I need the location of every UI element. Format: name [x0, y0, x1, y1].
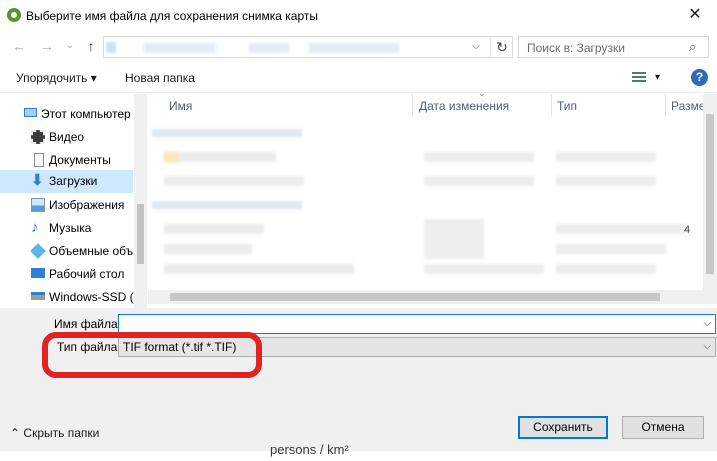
address-bar[interactable]	[103, 36, 513, 58]
blurred-date	[424, 152, 534, 162]
back-arrow-icon[interactable]: ←	[10, 37, 28, 55]
search-icon: ⌕	[689, 39, 697, 54]
sidebar-item-windows-ssd[interactable]: Windows-SSD (C	[0, 286, 142, 308]
blurred-path-segment	[309, 43, 399, 53]
recent-locations-icon[interactable]: ⌄	[61, 37, 79, 55]
blurred-type	[556, 152, 656, 162]
blurred-date	[424, 176, 534, 186]
computer-icon	[24, 108, 37, 117]
column-separator	[665, 94, 666, 116]
sidebar-item-documents[interactable]: Документы	[0, 149, 133, 172]
sidebar-item-video[interactable]: Видео	[0, 126, 133, 149]
sidebar-item-music[interactable]: ♪ Музыка	[0, 217, 133, 240]
search-input[interactable]: Поиск в: Загрузки ⌕	[518, 36, 709, 58]
sort-indicator-icon: ⌄	[478, 88, 486, 98]
background-map-label: persons / km²	[270, 442, 349, 457]
column-type[interactable]: Тип	[557, 99, 577, 113]
column-separator	[412, 94, 413, 116]
chevron-down-icon[interactable]: ⌵	[703, 318, 711, 329]
blurred-file-row	[164, 152, 276, 162]
blurred-file-row	[164, 224, 264, 234]
blurred-type	[556, 264, 656, 274]
view-dropdown-icon[interactable]: ▾	[655, 72, 660, 83]
refresh-icon[interactable]: ↻	[490, 37, 513, 57]
cancel-button[interactable]: Отмена	[622, 416, 704, 439]
desktop-icon	[31, 268, 45, 278]
organize-button[interactable]: Упорядочить ▾	[16, 71, 97, 85]
column-size[interactable]: Разме	[671, 99, 706, 113]
blurred-path-segment	[249, 43, 289, 53]
blurred-file-row	[164, 244, 252, 254]
column-date-modified[interactable]: Дата изменения	[419, 99, 509, 113]
blurred-type	[556, 224, 686, 234]
chevron-up-icon: ⌃	[10, 426, 21, 440]
blurred-date	[424, 219, 484, 259]
close-icon[interactable]: ✕	[683, 4, 707, 26]
downloads-icon: ⬇	[31, 172, 44, 189]
sidebar-scrollbar[interactable]	[134, 94, 147, 308]
highlight-annotation	[42, 332, 262, 378]
chevron-down-icon[interactable]: ⌵	[703, 341, 711, 352]
documents-icon	[34, 153, 44, 167]
hide-folders-button[interactable]: ⌃ Скрыть папки	[10, 426, 99, 440]
up-folder-icon[interactable]: ↑	[82, 37, 100, 55]
blurred-group-header	[152, 201, 302, 209]
scrollbar-thumb[interactable]	[170, 293, 660, 301]
navigation-pane: Этот компьютер Видео Документы ⬇ Загрузк…	[0, 94, 148, 308]
file-list-vertical-scrollbar[interactable]	[703, 94, 717, 290]
drive-icon	[31, 292, 45, 300]
window-title: Выберите имя файла для сохранения снимка…	[26, 9, 318, 23]
column-separator	[551, 94, 552, 116]
sidebar-item-this-pc[interactable]: Этот компьютер	[0, 103, 133, 126]
address-dropdown-icon[interactable]: ⌵	[466, 37, 486, 57]
new-folder-button[interactable]: Новая папка	[125, 71, 195, 85]
blurred-file-row	[164, 264, 354, 274]
blurred-type	[556, 176, 656, 186]
qgis-app-icon	[7, 8, 21, 22]
command-toolbar	[0, 64, 717, 93]
blurred-type	[556, 244, 666, 254]
column-name[interactable]: Имя	[169, 99, 192, 113]
sidebar-item-desktop[interactable]: Рабочий стол	[0, 263, 133, 286]
sidebar-item-downloads[interactable]: ⬇ Загрузки	[0, 170, 133, 193]
filename-input[interactable]: ⌵	[118, 314, 716, 334]
size-value-fragment: 4	[684, 224, 691, 236]
blurred-file-row	[164, 176, 304, 186]
file-list: 4	[148, 94, 717, 308]
sidebar-item-pictures[interactable]: Изображения	[0, 194, 133, 217]
scrollbar-thumb[interactable]	[706, 114, 714, 274]
sidebar-item-3d-objects[interactable]: Объемные объ	[0, 240, 133, 263]
3d-objects-icon	[30, 243, 46, 259]
forward-arrow-icon[interactable]: →	[38, 37, 56, 55]
help-icon[interactable]: ?	[691, 69, 708, 86]
background-window-strip	[0, 451, 717, 461]
blurred-path-segment	[106, 42, 116, 53]
sidebar-item-label: Этот компьютер	[41, 107, 131, 121]
scrollbar-thumb[interactable]	[137, 204, 144, 264]
save-button[interactable]: Сохранить	[518, 416, 608, 439]
view-options-icon[interactable]	[632, 70, 646, 84]
pictures-icon	[31, 198, 45, 212]
blurred-path-segment	[144, 43, 216, 53]
hide-folders-label: Скрыть папки	[23, 426, 100, 440]
filename-label: Имя файла:	[54, 317, 121, 331]
blurred-date	[424, 264, 544, 274]
folder-icon	[164, 152, 178, 162]
blurred-group-header	[152, 129, 302, 137]
search-placeholder: Поиск в: Загрузки	[527, 41, 625, 55]
file-list-horizontal-scrollbar[interactable]	[148, 290, 717, 304]
video-icon	[31, 130, 45, 144]
music-icon: ♪	[31, 219, 39, 236]
